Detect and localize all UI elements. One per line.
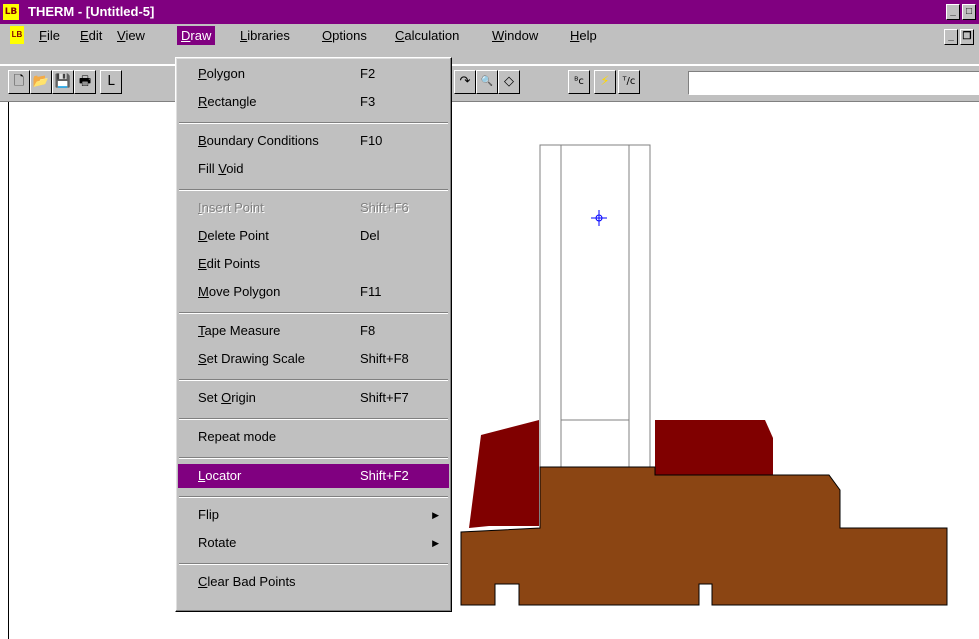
new-icon[interactable]: 🗋 <box>8 70 30 94</box>
menu-item-label: Rectangle <box>198 94 257 109</box>
menu-separator <box>179 189 448 191</box>
menu-item-shortcut: F11 <box>360 284 382 299</box>
draw-menu-item-repeat-mode[interactable]: Repeat mode <box>178 425 449 449</box>
doc-minimize-icon[interactable]: _ <box>944 29 958 45</box>
menu-item-label: Clear Bad Points <box>198 574 296 589</box>
menu-file[interactable]: File <box>35 26 64 45</box>
draw-menu-item-fill-void[interactable]: Fill Void <box>178 157 449 181</box>
draw-menu-item-clear-bad-points[interactable]: Clear Bad Points <box>178 570 449 594</box>
menu-item-label: Insert Point <box>198 200 264 215</box>
menu-item-shortcut: F10 <box>360 133 383 148</box>
menu-separator <box>179 496 448 498</box>
partial-icon[interactable]: L <box>100 70 122 94</box>
therm-app-icon[interactable]: LB <box>3 4 19 20</box>
calculation-lightning-icon[interactable]: ⚡ <box>594 70 616 94</box>
rotate-icon[interactable]: ◇ <box>498 70 520 94</box>
menu-item-label: Rotate <box>198 535 237 550</box>
dark-red-polygon-right[interactable] <box>655 420 773 475</box>
zoom-icon[interactable]: 🔍 <box>476 70 498 94</box>
menu-item-label: Delete Point <box>198 228 269 243</box>
menu-bar: LB File Edit View Draw Libraries Options… <box>0 24 979 64</box>
menu-item-shortcut: Del <box>360 228 380 243</box>
menu-item-label: Repeat mode <box>198 429 277 444</box>
arc-icon[interactable]: ↷ <box>454 70 476 94</box>
menu-item-label: Set Origin <box>198 390 256 405</box>
draw-menu-item-set-drawing-scale[interactable]: Set Drawing Scale Shift+F8 <box>178 347 449 371</box>
menu-item-label: Tape Measure <box>198 323 281 338</box>
draw-menu-item-edit-points[interactable]: Edit Points <box>178 252 449 276</box>
menu-edit[interactable]: Edit <box>76 26 106 45</box>
draw-menu-item-boundary-conditions[interactable]: Boundary Conditions F10 <box>178 129 449 153</box>
tc-icon[interactable]: ᵀ/c <box>618 70 640 94</box>
open-icon[interactable]: 📂 <box>30 70 52 94</box>
draw-menu-item-tape-measure[interactable]: Tape Measure F8 <box>178 319 449 343</box>
window-title: THERM - [Untitled-5] <box>28 4 155 19</box>
menu-separator <box>179 122 448 124</box>
submenu-arrow-icon: ▶ <box>432 510 439 520</box>
menu-item-shortcut: F3 <box>360 94 376 109</box>
submenu-arrow-icon: ▶ <box>432 538 439 548</box>
menu-calculation[interactable]: Calculation <box>391 26 463 45</box>
menu-item-label: Locator <box>198 468 242 483</box>
menu-libraries[interactable]: Libraries <box>236 26 294 45</box>
menu-draw[interactable]: Draw <box>177 26 216 45</box>
drawing-canvas[interactable] <box>8 102 979 639</box>
toolbar-combo-box[interactable] <box>688 71 979 95</box>
menu-item-label: Boundary Conditions <box>198 133 319 148</box>
draw-menu-dropdown: Polygon F2 Rectangle F3 Boundary Conditions F… <box>175 57 452 612</box>
menu-item-label: Polygon <box>198 66 245 81</box>
draw-menu-item-set-origin[interactable]: Set Origin Shift+F7 <box>178 386 449 410</box>
therm-document-icon[interactable]: LB <box>10 26 24 44</box>
print-icon[interactable]: 🖶 <box>74 70 96 94</box>
frame-outline[interactable] <box>539 144 651 468</box>
menu-item-shortcut: Shift+F8 <box>360 351 409 366</box>
bc-icon[interactable]: ᴮc <box>568 70 590 94</box>
menu-window[interactable]: Window <box>488 26 542 45</box>
draw-menu-item-move-polygon[interactable]: Move Polygon F11 <box>178 280 449 304</box>
draw-menu-item-polygon[interactable]: Polygon F2 <box>178 62 449 86</box>
draw-menu-item-rectangle[interactable]: Rectangle F3 <box>178 90 449 114</box>
minimize-icon[interactable]: _ <box>946 4 960 20</box>
menu-item-shortcut: Shift+F7 <box>360 390 409 405</box>
menu-separator <box>179 418 448 420</box>
menu-item-label: Flip <box>198 507 219 522</box>
menu-item-label: Move Polygon <box>198 284 281 299</box>
menu-item-shortcut: Shift+F2 <box>360 468 409 483</box>
dark-red-polygon-left[interactable] <box>469 420 539 528</box>
menu-view[interactable]: View <box>113 26 149 45</box>
draw-menu-item-flip[interactable]: Flip ▶ <box>178 503 449 527</box>
menu-item-label: Set Drawing Scale <box>198 351 305 366</box>
menu-item-shortcut: Shift+F6 <box>360 200 409 215</box>
menu-separator <box>179 563 448 565</box>
maximize-icon[interactable]: □ <box>962 4 976 20</box>
title-bar: LB THERM - [Untitled-5] _ □ <box>0 0 979 24</box>
menu-options[interactable]: Options <box>318 26 371 45</box>
draw-menu-item-locator[interactable]: Locator Shift+F2 <box>178 464 449 488</box>
draw-menu-item-insert-point: Insert Point Shift+F6 <box>178 196 449 220</box>
menu-item-shortcut: F2 <box>360 66 376 81</box>
menu-help[interactable]: Help <box>566 26 601 45</box>
menu-item-shortcut: F8 <box>360 323 376 338</box>
save-icon[interactable]: 💾 <box>52 70 74 94</box>
draw-menu-item-rotate[interactable]: Rotate ▶ <box>178 531 449 555</box>
menu-separator <box>179 312 448 314</box>
menu-item-label: Edit Points <box>198 256 261 271</box>
menu-separator <box>179 457 448 459</box>
menu-item-label: Fill Void <box>198 161 244 176</box>
menu-separator <box>179 379 448 381</box>
doc-restore-icon[interactable]: ❐ <box>960 29 974 45</box>
draw-menu-item-delete-point[interactable]: Delete Point Del <box>178 224 449 248</box>
toolbar: 🗋 📂 💾 🖶 L ↷ 🔍 ◇ ᴮc ⚡ ᵀ/c <box>0 66 979 102</box>
